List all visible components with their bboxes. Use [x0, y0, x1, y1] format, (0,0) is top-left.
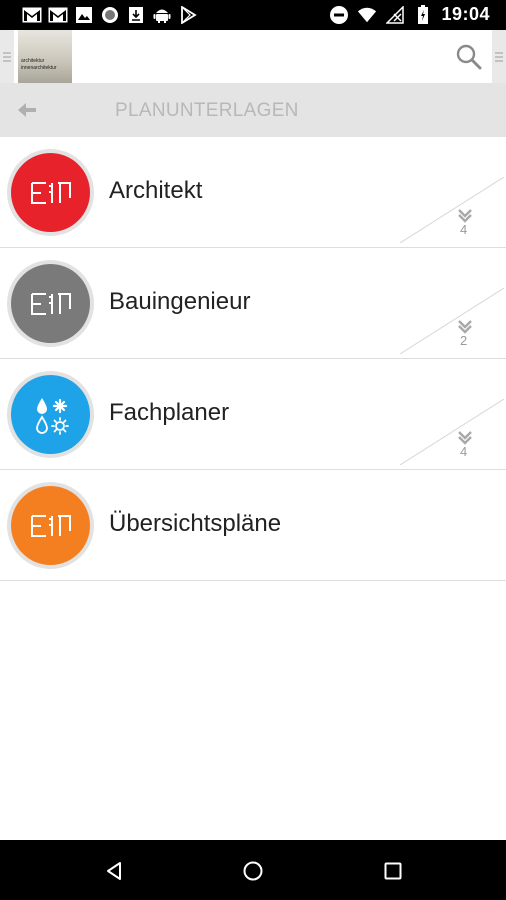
- search-icon[interactable]: [456, 44, 482, 70]
- app-bar: architektur innenarchitektur: [0, 30, 506, 83]
- expand-chevron-icon: [399, 398, 505, 466]
- list-item-bauingenieur[interactable]: Bauingenieur 2: [0, 248, 506, 359]
- battery-icon: [413, 4, 433, 25]
- logo-line: innenarchitektur: [21, 65, 57, 71]
- right-drawer-handle[interactable]: [492, 30, 506, 83]
- navigation-bar: [0, 840, 506, 900]
- expand-toggle[interactable]: 4: [399, 176, 505, 244]
- floorplan-icon: [11, 486, 90, 565]
- image-icon: [74, 5, 94, 25]
- utilities-icon: [11, 375, 90, 454]
- expand-toggle[interactable]: 4: [399, 398, 505, 466]
- home-circle-icon[interactable]: [242, 860, 264, 882]
- do-not-disturb-icon: [329, 5, 349, 25]
- item-count: 4: [460, 222, 468, 237]
- circle-icon: [100, 5, 120, 25]
- left-drawer-handle[interactable]: [0, 30, 14, 83]
- category-list: Architekt 4 Bauingenieur 2 Fachplaner 4 …: [0, 137, 506, 581]
- recents-square-icon[interactable]: [382, 860, 404, 882]
- logo-line: architektur: [21, 58, 45, 64]
- expand-toggle[interactable]: 2: [399, 287, 505, 355]
- company-logo[interactable]: architektur innenarchitektur: [18, 30, 72, 83]
- list-item-label: Fachplaner: [109, 399, 230, 426]
- page-title: PLANUNTERLAGEN: [115, 100, 299, 121]
- section-header: PLANUNTERLAGEN: [0, 83, 506, 137]
- item-count: 2: [460, 333, 468, 348]
- wifi-icon: [357, 5, 377, 25]
- no-signal-icon: [385, 5, 405, 25]
- gmail-icon: [22, 5, 42, 25]
- status-bar: 19:04: [0, 0, 506, 30]
- list-item-fachplaner[interactable]: Fachplaner 4: [0, 359, 506, 470]
- play-store-icon: [178, 5, 198, 25]
- android-icon: [152, 5, 172, 25]
- expand-chevron-icon: [399, 176, 505, 244]
- notification-icons: [22, 5, 198, 25]
- expand-chevron-icon: [399, 287, 505, 355]
- download-icon: [126, 5, 146, 25]
- system-icons: 19:04: [329, 4, 490, 25]
- list-item-label: Bauingenieur: [109, 288, 251, 315]
- gmail-icon: [48, 5, 68, 25]
- clock: 19:04: [441, 4, 490, 24]
- list-item-architekt[interactable]: Architekt 4: [0, 137, 506, 248]
- list-item-label: Architekt: [109, 177, 203, 204]
- item-count: 4: [460, 444, 468, 459]
- list-item-uebersichtsplaene[interactable]: Übersichtspläne: [0, 470, 506, 581]
- floorplan-icon: [11, 153, 90, 232]
- floorplan-icon: [11, 264, 90, 343]
- back-arrow-icon[interactable]: [16, 100, 38, 120]
- list-item-label: Übersichtspläne: [109, 510, 282, 537]
- back-triangle-icon[interactable]: [103, 860, 125, 882]
